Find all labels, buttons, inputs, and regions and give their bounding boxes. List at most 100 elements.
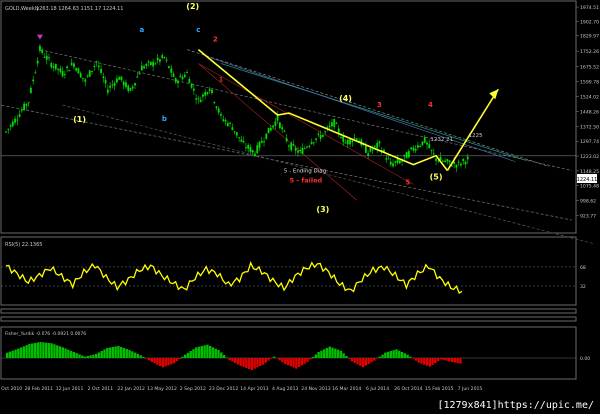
date-tick-label: 2 Sep 2012: [180, 386, 206, 392]
fisher-bar-negative: [172, 358, 176, 364]
wave-label-1: (1): [73, 115, 86, 124]
fisher-bar-negative: [267, 358, 270, 361]
candle-body: [344, 142, 347, 144]
candle-body: [143, 66, 145, 69]
candle-body: [118, 77, 121, 80]
red-label-2: 2: [213, 36, 218, 44]
fisher-bar-negative: [231, 358, 234, 362]
fisher-bar-positive: [342, 353, 345, 358]
candle-body: [385, 158, 388, 160]
fisher-bar-positive: [314, 354, 318, 358]
price-tick-label: 1075.48: [580, 183, 599, 189]
candle-body: [43, 57, 46, 59]
date-tick-label: 22 Jan 2012: [117, 386, 145, 392]
fisher-bar-positive: [217, 350, 220, 358]
fisher-bar-negative: [348, 358, 351, 359]
candle-body: [50, 63, 53, 68]
fisher-bar-positive: [56, 345, 59, 358]
candle-body: [301, 148, 304, 154]
candle-body: [9, 125, 12, 127]
fisher-bar-positive: [381, 354, 384, 358]
fisher-bar-negative: [436, 358, 440, 362]
date-tick-label: 7 Jun 2015: [458, 386, 483, 392]
price-tick-label: 1148.25: [580, 169, 599, 175]
fisher-bar-negative: [300, 358, 304, 366]
candle-body: [396, 158, 399, 163]
fisher-bar-negative: [417, 358, 420, 363]
date-tick-label: 13 May 2012: [147, 386, 177, 392]
fisher-bar-negative: [359, 358, 362, 366]
candle-body: [446, 159, 449, 162]
candle-body: [346, 139, 349, 145]
candle-body: [109, 85, 112, 88]
fisher-bar-positive: [131, 351, 134, 358]
candle-body: [152, 61, 155, 67]
candle-body: [163, 56, 166, 58]
candle-body: [441, 160, 444, 162]
fisher-bar-negative: [428, 358, 432, 367]
candle-body: [181, 76, 184, 80]
fisher-bar-positive: [395, 349, 398, 358]
fisher-bar-positive: [325, 348, 329, 358]
candle-body: [106, 89, 109, 93]
empty-panel-1: [0, 308, 577, 314]
candle-body: [342, 136, 345, 142]
candle-body: [136, 76, 139, 78]
fisher-bar-negative: [297, 358, 301, 367]
fisher-bar-negative: [453, 358, 457, 363]
red-label-1: 1: [219, 76, 223, 83]
level-label-1232: 1232 21: [430, 137, 453, 143]
candle-body: [412, 147, 415, 151]
candle-body: [269, 127, 272, 131]
candle-body: [315, 138, 317, 140]
fisher-panel: [0, 326, 577, 380]
candle-body: [258, 141, 261, 148]
candle-body: [161, 55, 164, 58]
fisher-bar-negative: [150, 358, 153, 362]
fisher-bar-positive: [206, 344, 209, 358]
candle-body: [310, 142, 313, 144]
fisher-bar-negative: [239, 358, 242, 366]
price-panel: [0, 0, 577, 234]
price-tick-label: 1829.97: [580, 34, 599, 40]
candle-body: [208, 89, 211, 91]
candle-body: [63, 74, 66, 76]
candle-body: [337, 128, 340, 133]
fisher-bar-positive: [225, 357, 229, 358]
fisher-bar-negative: [364, 358, 368, 366]
fisher-bar-negative: [425, 358, 429, 366]
candle-body: [190, 83, 193, 88]
fisher-bar-positive: [183, 354, 187, 358]
price-tick-label: 1372.50: [580, 124, 599, 130]
candle-body: [308, 145, 311, 147]
candle-body: [29, 87, 32, 93]
candle-body: [82, 77, 84, 79]
date-tick-label: 4 Aug 2013: [272, 386, 299, 392]
candle-body: [265, 133, 268, 139]
fisher-bar-positive: [31, 343, 34, 358]
rsi-tick-label: 32: [580, 284, 586, 290]
candle-body: [417, 145, 419, 148]
fisher-bar-positive: [106, 348, 109, 358]
fisher-bar-positive: [61, 347, 64, 358]
candle-body: [91, 70, 93, 72]
candle-body: [231, 127, 234, 131]
candle-body: [41, 49, 44, 53]
candle-body: [235, 132, 238, 136]
fisher-bar-positive: [331, 347, 334, 358]
candle-body: [129, 88, 132, 91]
candle-body: [421, 141, 424, 146]
candle-body: [36, 60, 39, 64]
candle-body: [349, 139, 351, 145]
fisher-bar-positive: [6, 352, 9, 358]
fisher-bar-negative: [414, 358, 418, 361]
candle-body: [405, 152, 408, 159]
fisher-bar-negative: [278, 358, 281, 361]
fisher-bar-positive: [120, 347, 123, 358]
fisher-bar-negative: [292, 358, 295, 368]
wave-label-a: a: [139, 26, 144, 34]
date-tick-label: 2 Oct 2011: [88, 386, 114, 392]
fisher-bar-positive: [53, 344, 56, 358]
candle-body: [263, 141, 265, 143]
candle-body: [177, 80, 179, 84]
